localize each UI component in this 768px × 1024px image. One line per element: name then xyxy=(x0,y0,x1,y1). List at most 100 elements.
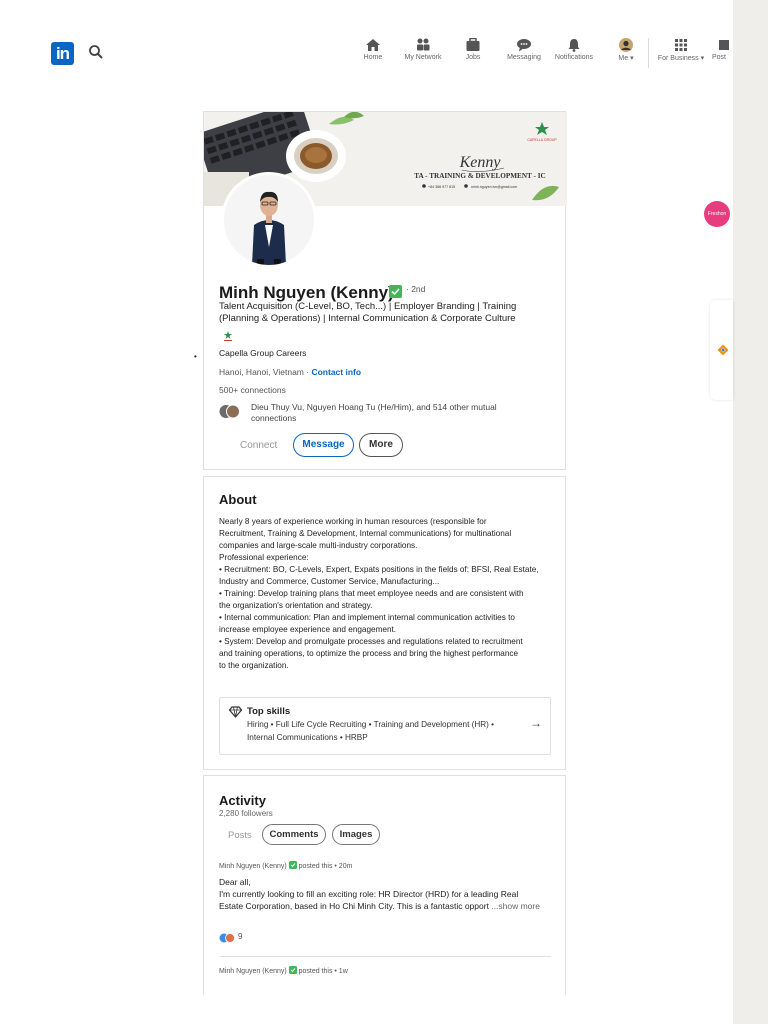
nav-divider xyxy=(648,38,649,68)
mutual-connections-line-2[interactable]: connections xyxy=(251,413,296,423)
post-meta: posted this • 1w xyxy=(298,968,348,975)
badge-label: Freshon xyxy=(707,211,727,217)
contact-info-link[interactable]: Contact info xyxy=(311,367,361,377)
chevron-down-icon: ▾ xyxy=(698,55,705,62)
about-line: Recruitment, Training & Development, Int… xyxy=(219,529,512,538)
tab-posts[interactable]: Posts xyxy=(228,830,252,841)
headline-line-2: (Planning & Operations) | Internal Commu… xyxy=(219,313,516,324)
floating-extension-badge[interactable]: Freshon xyxy=(704,201,730,227)
bullet-dot: • xyxy=(194,352,197,361)
about-title: About xyxy=(219,492,257,507)
more-button[interactable]: More xyxy=(359,433,403,457)
mutual-avatars xyxy=(219,404,240,419)
nav-label: Post xyxy=(712,54,727,61)
location-text: Hanoi, Hanoi, Vietnam · xyxy=(219,367,310,377)
nav-label: My Network xyxy=(404,54,442,61)
post-meta: posted this • 20m xyxy=(298,863,353,870)
post-text: Estate Corporation, based in Ho Chi Minh… xyxy=(219,901,489,911)
about-line: • Training: Develop training plans that … xyxy=(219,589,524,598)
top-skills-title: Top skills xyxy=(247,706,291,717)
post-icon xyxy=(719,40,729,50)
profile-card: CAPELLA GROUP Kenny TA - TRAINING & DEVE… xyxy=(194,111,567,470)
tab-comments[interactable]: Comments xyxy=(262,824,326,845)
nav-me[interactable]: Me ▾ xyxy=(596,38,656,62)
briefcase-icon xyxy=(466,38,480,51)
about-line: increase employee experience and engagem… xyxy=(219,625,397,634)
post-divider xyxy=(219,956,551,957)
post-text-line: Dear all, xyxy=(219,877,251,887)
banner-company: CAPELLA GROUP xyxy=(527,138,557,142)
verified-badge-icon[interactable] xyxy=(389,285,402,298)
top-navigation-bar: in Home My Network Jobs Messaging Notifi… xyxy=(0,0,768,110)
post-header: Minh Nguyen (Kenny) posted this • 20m xyxy=(219,861,352,870)
profile-avatar[interactable] xyxy=(221,172,317,268)
connection-degree: · 2nd xyxy=(406,284,426,294)
nav-label: For Business xyxy=(657,55,699,62)
current-company[interactable]: Capella Group Careers xyxy=(219,348,306,358)
top-skills-box[interactable]: Top skills Hiring • Full Life Cycle Recr… xyxy=(219,697,551,755)
nav-for-business[interactable]: For Business ▾ xyxy=(650,38,712,62)
banner-signature: Kenny xyxy=(459,154,502,171)
mutual-connections-line-1[interactable]: Dieu Thuy Vu, Nguyen Hoang Tu (He/Him), … xyxy=(251,402,497,412)
post-author[interactable]: Minh Nguyen (Kenny) xyxy=(219,863,287,870)
about-card: About Nearly 8 years of experience worki… xyxy=(203,476,566,770)
tab-images[interactable]: Images xyxy=(332,824,380,845)
banner-phone: +84 388 977 815 xyxy=(428,185,455,189)
nav-label: Messaging xyxy=(507,54,541,61)
about-line: to the organization. xyxy=(219,661,289,670)
company-logo-icon[interactable] xyxy=(221,329,235,343)
about-line: Industry and Commerce, Customer Service,… xyxy=(219,577,440,586)
profile-photo xyxy=(224,175,314,265)
headline-line-1: Talent Acquisition (C-Level, BO, Tech...… xyxy=(219,301,517,312)
connect-button[interactable]: Connect xyxy=(240,440,277,451)
about-line: • Internal communication: Plan and imple… xyxy=(219,613,515,622)
nav-notifications[interactable]: Notifications xyxy=(544,38,604,61)
home-icon xyxy=(366,39,380,51)
location: Hanoi, Hanoi, Vietnam · Contact info xyxy=(219,367,361,377)
about-line: Professional experience: xyxy=(219,553,309,562)
grid-icon xyxy=(675,39,687,51)
about-line: companies and large-scale multi-industry… xyxy=(219,541,418,550)
search-icon[interactable] xyxy=(88,44,104,60)
about-line: Nearly 8 years of experience working in … xyxy=(219,517,487,526)
network-icon xyxy=(417,38,430,51)
show-more-link[interactable]: ...show more xyxy=(491,901,540,911)
verified-badge-icon xyxy=(288,966,297,974)
nav-label: Jobs xyxy=(465,54,481,61)
me-avatar-icon xyxy=(619,38,633,52)
top-skills-line-1: Hiring • Full Life Cycle Recruiting • Tr… xyxy=(247,720,495,729)
post-author[interactable]: Minh Nguyen (Kenny) xyxy=(219,968,287,975)
post-header: Minh Nguyen (Kenny) posted this • 1w xyxy=(219,966,348,975)
banner-title: TA - TRAINING & DEVELOPMENT - IC xyxy=(414,172,545,180)
banner-email: minh.nguyen.ivn@gmail.com xyxy=(471,185,517,189)
messaging-icon xyxy=(517,39,531,52)
followers-count: 2,280 followers xyxy=(219,809,273,818)
nav-label: Notifications xyxy=(554,54,594,61)
activity-card: Activity 2,280 followers Posts Comments … xyxy=(203,775,566,995)
nav-label: Home xyxy=(363,54,383,61)
reactions-count[interactable]: 9 xyxy=(238,932,242,941)
nav-label: Me xyxy=(618,55,629,62)
bell-icon xyxy=(568,39,580,52)
connections-count[interactable]: 500+ connections xyxy=(219,385,286,395)
arrow-right-icon[interactable]: → xyxy=(530,716,542,730)
diamond-icon xyxy=(229,706,242,718)
about-line: • System: Develop and promulgate process… xyxy=(219,637,523,646)
phone-icon xyxy=(422,184,426,188)
top-skills-line-2: Internal Communications • HRBP xyxy=(247,733,368,742)
chevron-down-icon: ▾ xyxy=(628,55,634,62)
post-text-line: Estate Corporation, based in Ho Chi Minh… xyxy=(219,901,540,911)
activity-title: Activity xyxy=(219,793,266,808)
reactions-icon[interactable] xyxy=(219,933,237,943)
about-line: and training operations, to optimize the… xyxy=(219,649,519,658)
message-button[interactable]: Message xyxy=(293,433,354,457)
profile-name: Minh Nguyen (Kenny) xyxy=(219,283,394,302)
post-text-line: I'm currently looking to fill an excitin… xyxy=(219,889,519,899)
email-icon xyxy=(464,184,468,188)
verified-badge-icon xyxy=(288,861,297,869)
about-line: • Recruitment: BO, C-Levels, Expert, Exp… xyxy=(219,565,539,574)
extension-icon[interactable] xyxy=(717,344,729,356)
about-line: the organization's orientation and strat… xyxy=(219,601,373,610)
right-scroll-gutter xyxy=(733,0,768,1024)
linkedin-logo[interactable]: in xyxy=(51,42,74,65)
